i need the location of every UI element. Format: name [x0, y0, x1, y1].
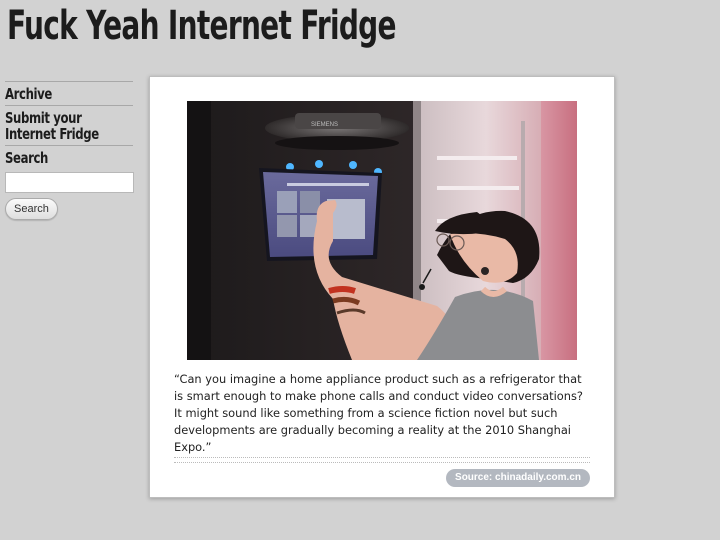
- site-title[interactable]: Fuck Yeah Internet Fridge: [7, 6, 397, 62]
- search-label: Search: [5, 145, 133, 169]
- sidebar-item-label: Archive: [5, 85, 52, 103]
- divider: [174, 457, 590, 463]
- search-button[interactable]: Search: [5, 198, 58, 220]
- sidebar-item-archive[interactable]: Archive: [5, 81, 133, 105]
- search-input[interactable]: [5, 172, 134, 193]
- post-photo-image: SIEMENS: [187, 101, 577, 360]
- post-photo: SIEMENS: [187, 101, 577, 360]
- fridge-brand-text: SIEMENS: [311, 122, 338, 128]
- post-caption: “Can you imagine a home appliance produc…: [174, 372, 583, 454]
- sidebar-item-submit[interactable]: Submit your Internet Fridge: [5, 105, 133, 145]
- photo-post: SIEMENS “Can you imagine a home applianc…: [149, 76, 615, 498]
- sidebar-item-label: Submit your Internet Fridge: [5, 109, 99, 143]
- sidebar: Archive Submit your Internet Fridge Sear…: [5, 81, 134, 220]
- source-link[interactable]: Source: chinadaily.com.cn: [446, 469, 590, 487]
